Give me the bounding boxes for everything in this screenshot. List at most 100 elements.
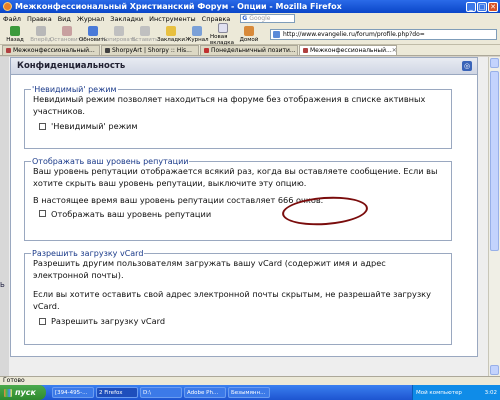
forward-label: Вперёд <box>30 36 52 43</box>
bookmarks-icon <box>166 25 176 36</box>
scrollbar-thumb[interactable] <box>490 71 499 251</box>
bookmarks-button[interactable]: Закладки <box>157 25 185 43</box>
left-strip-text: Ь <box>0 281 5 289</box>
invisible-mode-checkbox[interactable] <box>39 122 46 130</box>
vcard-description: Разрешить другим пользователям загружать… <box>33 258 386 280</box>
reputation-section: Отображать ваш уровень репутации Ваш уро… <box>24 157 452 241</box>
reload-icon <box>88 25 98 36</box>
vcard-legend: Разрешить загрузку vCard <box>32 249 144 258</box>
tab-label: ShorpyArt | Shorpy :: His... <box>112 47 192 54</box>
vcard-label: Разрешить загрузку vCard <box>51 316 166 326</box>
search-input[interactable]: Google <box>240 14 296 23</box>
start-button[interactable]: пуск <box>0 385 46 400</box>
favicon-icon <box>303 48 308 53</box>
menu-history[interactable]: Журнал <box>77 15 104 23</box>
favicon-icon <box>6 48 11 53</box>
bookmarks-label: Закладки <box>157 36 185 43</box>
tab-strip: Межконфессиональный... ShorpyArt | Shorp… <box>0 45 500 56</box>
reputation-option[interactable]: Отображать ваш уровень репутации <box>25 209 451 219</box>
menu-tools[interactable]: Инструменты <box>149 15 196 23</box>
window-controls: _ □ ✕ <box>466 1 498 12</box>
scroll-up-arrow-icon[interactable] <box>490 58 499 68</box>
favicon-icon <box>105 48 110 53</box>
new-tab-button[interactable]: Новая вкладка <box>210 22 236 46</box>
panel-header: Конфиденциальность ◎ <box>11 58 477 75</box>
home-label: Домой <box>239 36 259 43</box>
status-text: Готово <box>3 377 25 384</box>
history-icon <box>192 25 202 36</box>
favicon-icon <box>204 48 209 53</box>
scroll-down-arrow-icon[interactable] <box>490 365 499 375</box>
panel-title: Конфиденциальность <box>17 61 126 71</box>
tab-close-icon[interactable]: ✕ <box>392 47 396 54</box>
invisible-mode-description: Невидимый режим позволяет находиться на … <box>33 94 426 116</box>
tab-forum-active[interactable]: Межконфессиональный... ✕ <box>299 45 397 55</box>
reputation-checkbox[interactable] <box>39 210 46 217</box>
paste-label: Вставить <box>131 36 159 43</box>
menu-file[interactable]: Файл <box>3 15 21 23</box>
tab-label: Понедельничный позити... <box>211 47 296 54</box>
reputation-current: В настоящее время ваш уровень репутации … <box>25 195 451 207</box>
windows-taskbar: пуск [394-495-... 2 Firefox D:\ Adobe Ph… <box>0 385 500 400</box>
menu-view[interactable]: Вид <box>58 15 71 23</box>
tray-text: Мой компьютер <box>416 389 462 396</box>
start-label: пуск <box>15 388 36 397</box>
maximize-button[interactable]: □ <box>477 1 487 12</box>
address-bar[interactable]: http://www.evangelie.ru/forum/profile.ph… <box>270 28 497 40</box>
tab-monday[interactable]: Понедельничный позити... <box>200 45 298 55</box>
taskbar-item[interactable]: D:\ <box>140 387 182 398</box>
close-button[interactable]: ✕ <box>488 1 498 12</box>
tab-shorpy[interactable]: ShorpyArt | Shorpy :: His... <box>101 45 199 55</box>
vcard-note: Если вы хотите оставить свой адрес элект… <box>33 289 431 311</box>
stop-button[interactable]: Остановить <box>50 25 84 43</box>
windows-flag-icon <box>4 388 12 397</box>
taskbar-item[interactable]: Adobe Ph... <box>184 387 226 398</box>
stop-icon <box>62 25 72 36</box>
home-icon <box>244 25 254 36</box>
vertical-scrollbar[interactable] <box>488 57 500 376</box>
invisible-mode-section: 'Невидимый' режим Невидимый режим позвол… <box>24 85 452 149</box>
history-button[interactable]: Журнал <box>184 25 210 43</box>
page-icon <box>273 30 280 38</box>
vcard-section: Разрешить загрузку vCard Разрешить други… <box>24 249 452 345</box>
vcard-option[interactable]: Разрешить загрузку vCard <box>25 316 451 326</box>
forward-arrow-icon <box>36 25 46 36</box>
copy-button[interactable]: Копировать <box>102 25 136 43</box>
navigation-toolbar: Назад Вперёд Остановить Обновить Копиров… <box>0 22 500 46</box>
vcard-checkbox[interactable] <box>39 317 46 325</box>
reputation-label: Отображать ваш уровень репутации <box>51 208 212 219</box>
menu-edit[interactable]: Правка <box>27 15 52 23</box>
page-content: Ь Конфиденциальность ◎ 'Невидимый' режим… <box>0 57 488 376</box>
back-button[interactable]: Назад <box>2 25 28 43</box>
back-arrow-icon <box>10 25 20 36</box>
system-tray: Мой компьютер 3:02 <box>412 385 500 400</box>
clock: 3:02 <box>484 389 497 396</box>
status-bar: Готово <box>0 376 500 385</box>
paste-button[interactable]: Вставить <box>131 25 159 43</box>
new-tab-icon <box>218 22 228 33</box>
menu-help[interactable]: Справка <box>202 15 231 23</box>
reputation-description: Ваш уровень репутации отображается всяки… <box>33 166 438 188</box>
copy-icon <box>114 25 124 36</box>
menu-bar: Файл Правка Вид Журнал Закладки Инструме… <box>0 13 500 24</box>
collapse-icon[interactable]: ◎ <box>462 61 472 71</box>
tab-forum-1[interactable]: Межконфессиональный... <box>2 45 100 55</box>
back-label: Назад <box>6 36 24 43</box>
taskbar-item[interactable]: Безымянн... <box>228 387 270 398</box>
minimize-button[interactable]: _ <box>466 1 476 12</box>
taskbar-item-firefox[interactable]: 2 Firefox <box>96 387 138 398</box>
invisible-mode-label: 'Невидимый' режим <box>51 121 138 131</box>
invisible-mode-option[interactable]: 'Невидимый' режим <box>25 121 451 131</box>
tab-label: Межконфессиональный... <box>13 47 95 54</box>
firefox-icon <box>3 2 12 11</box>
left-sidebar-strip: Ь <box>0 57 9 376</box>
tab-label: Межконфессиональный... <box>310 47 392 54</box>
home-button[interactable]: Домой <box>236 25 262 43</box>
paste-icon <box>140 25 150 36</box>
taskbar-item[interactable]: [394-495-... <box>52 387 94 398</box>
menu-bookmarks[interactable]: Закладки <box>110 15 143 23</box>
address-text: http://www.evangelie.ru/forum/profile.ph… <box>283 30 425 38</box>
title-bar: Межконфессиональный Христианский Форум -… <box>0 0 500 13</box>
history-label: Журнал <box>185 36 209 43</box>
reputation-legend: Отображать ваш уровень репутации <box>32 157 189 166</box>
